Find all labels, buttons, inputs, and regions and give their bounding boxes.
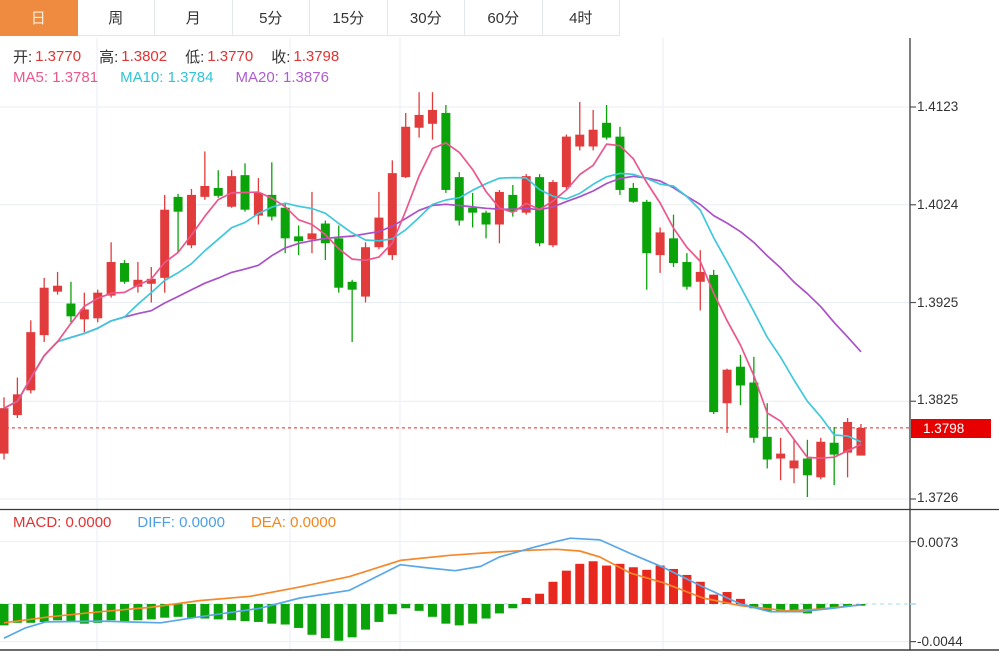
low-value: 1.3770: [207, 48, 253, 65]
tab-week[interactable]: 周: [78, 0, 156, 36]
close-value: 1.3798: [293, 48, 339, 65]
price-axis-tick-3: 1.3925: [917, 295, 995, 311]
trading-chart-screen: 日 周 月 5分 15分 30分 60分 4时 开:1.3770 高:1.380…: [0, 0, 999, 656]
ma5-readout: MA5: 1.3781: [13, 69, 98, 86]
price-axis-tick-4: 1.3825: [917, 392, 995, 408]
ma-readout: MA5: 1.3781 MA10: 1.3784 MA20: 1.3876: [13, 69, 329, 86]
macd-readout: MACD: 0.0000 DIFF: 0.0000 DEA: 0.0000: [13, 514, 336, 531]
tab-30min[interactable]: 30分: [388, 0, 466, 36]
price-and-macd-chart-canvas[interactable]: [0, 0, 999, 656]
macd-value: MACD: 0.0000: [13, 514, 111, 531]
dea-value: DEA: 0.0000: [251, 514, 336, 531]
high-value: 1.3802: [121, 48, 167, 65]
tab-4hour[interactable]: 4时: [543, 0, 621, 36]
macd-axis-tick-2: -0.0044: [917, 634, 995, 650]
tab-60min[interactable]: 60分: [465, 0, 543, 36]
tab-15min[interactable]: 15分: [310, 0, 388, 36]
tab-month[interactable]: 月: [155, 0, 233, 36]
timeframe-tabbar: 日 周 月 5分 15分 30分 60分 4时: [0, 0, 999, 36]
diff-value: DIFF: 0.0000: [137, 514, 225, 531]
open-label: 开:: [13, 46, 32, 67]
low-label: 低:: [185, 46, 204, 67]
ohlc-readout: 开:1.3770 高:1.3802 低:1.3770 收:1.3798: [13, 46, 357, 67]
last-price-tag: 1.3798: [911, 419, 991, 438]
macd-axis-tick-1: 0.0073: [917, 535, 995, 551]
close-label: 收:: [271, 46, 290, 67]
high-label: 高:: [99, 46, 118, 67]
ma10-readout: MA10: 1.3784: [120, 69, 213, 86]
tab-day[interactable]: 日: [0, 0, 78, 36]
open-value: 1.3770: [35, 48, 81, 65]
ma20-readout: MA20: 1.3876: [236, 69, 329, 86]
price-axis-tick-2: 1.4024: [917, 197, 995, 213]
price-axis-tick-5: 1.3726: [917, 490, 995, 506]
tab-5min[interactable]: 5分: [233, 0, 311, 36]
price-axis-tick-1: 1.4123: [917, 99, 995, 115]
